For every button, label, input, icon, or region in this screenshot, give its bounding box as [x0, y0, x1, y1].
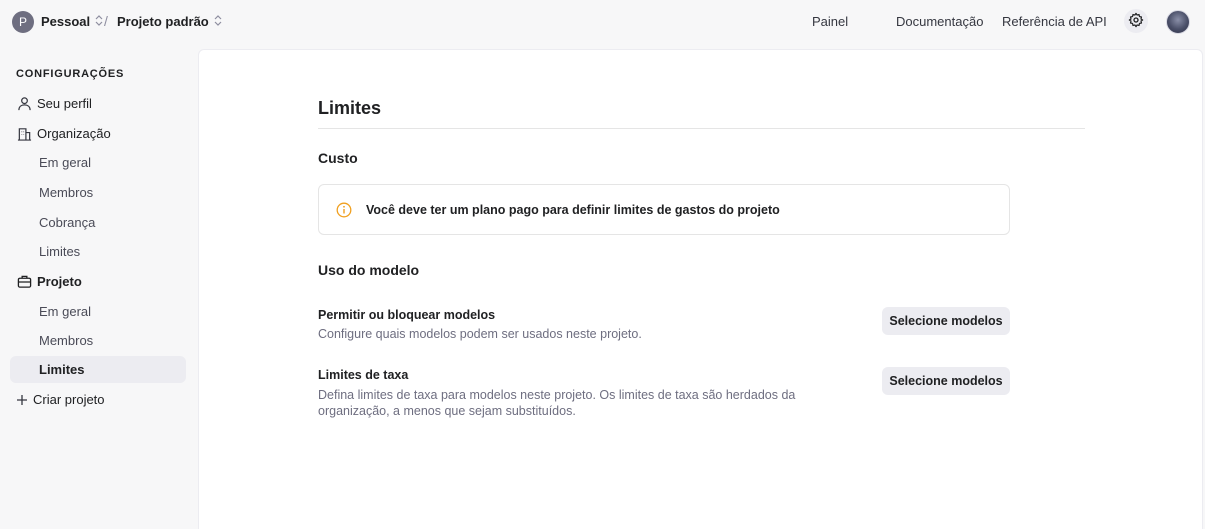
sidebar-heading: CONFIGURAÇÕES — [16, 68, 125, 80]
sidebar-item-project[interactable]: Projeto — [10, 268, 186, 295]
paid-plan-notice: Você deve ter um plano pago para definir… — [318, 184, 1010, 235]
notice-text: Você deve ter um plano pago para definir… — [366, 202, 780, 217]
page-title: Limites — [318, 98, 382, 118]
user-avatar[interactable] — [1166, 10, 1190, 34]
sidebar-item-org-members[interactable]: Membros — [10, 179, 186, 206]
select-models-button-allow-block[interactable]: Selecione modelos — [882, 307, 1010, 335]
sidebar-item-label: Projeto — [37, 274, 82, 289]
sidebar-item-label: Em geral — [39, 304, 92, 319]
top-bar: P Pessoal / Projeto padrão Painel Docume… — [0, 0, 1205, 44]
row-title-rate-limits: Limites de taxa — [318, 368, 409, 382]
building-icon — [16, 126, 32, 142]
nav-documentacao[interactable]: Documentação — [896, 14, 983, 29]
settings-button[interactable] — [1124, 9, 1148, 33]
create-project-button[interactable]: Criar projeto — [10, 386, 186, 413]
plus-icon — [14, 392, 30, 408]
org-name: Pessoal — [41, 14, 91, 29]
sidebar-item-label: Cobrança — [39, 215, 96, 230]
sidebar-item-project-limits[interactable]: Limites — [10, 356, 186, 383]
info-icon — [336, 202, 352, 218]
sidebar-item-project-general[interactable]: Em geral — [10, 298, 186, 325]
sidebar-item-label: Limites — [39, 362, 85, 377]
sidebar-item-label: Organização — [37, 126, 111, 141]
sidebar-item-label: Em geral — [39, 155, 92, 170]
project-switcher[interactable]: Projeto padrão — [117, 14, 222, 29]
sidebar-item-label: Criar projeto — [33, 392, 105, 407]
sidebar-item-organization[interactable]: Organização — [10, 120, 186, 147]
org-avatar[interactable]: P — [12, 11, 34, 33]
briefcase-icon — [16, 274, 32, 290]
gear-icon — [1128, 12, 1144, 31]
title-divider — [318, 128, 1085, 129]
main-panel: Limites Custo Você deve ter um plano pag… — [198, 49, 1203, 529]
org-switcher[interactable]: Pessoal — [41, 14, 103, 29]
section-title-model-usage: Uso do modelo — [318, 262, 420, 278]
sidebar-item-org-general[interactable]: Em geral — [10, 149, 186, 176]
section-title-cost: Custo — [318, 150, 358, 166]
sidebar-item-project-members[interactable]: Membros — [10, 327, 186, 354]
row-desc-allow-block: Configure quais modelos podem ser usados… — [318, 327, 642, 341]
breadcrumb-separator: / — [104, 13, 108, 29]
sidebar-item-org-billing[interactable]: Cobrança — [10, 209, 186, 236]
sidebar-item-label: Membros — [39, 333, 94, 348]
sidebar-item-label: Limites — [39, 244, 81, 259]
chevron-updown-icon — [95, 15, 103, 28]
chevron-updown-icon — [214, 15, 222, 28]
project-name: Projeto padrão — [117, 14, 209, 29]
nav-api-reference[interactable]: Referência de API — [1002, 14, 1107, 29]
sidebar-item-org-limits[interactable]: Limites — [10, 238, 186, 265]
sidebar-item-label: Membros — [39, 185, 94, 200]
user-icon — [16, 96, 32, 112]
sidebar: CONFIGURAÇÕES Seu perfil Organização Em … — [0, 49, 198, 529]
row-desc-rate-limits: Defina limites de taxa para modelos nest… — [318, 388, 796, 418]
nav-painel[interactable]: Painel — [812, 14, 848, 29]
sidebar-item-label: Seu perfil — [37, 96, 92, 111]
select-models-button-rate-limits[interactable]: Selecione modelos — [882, 367, 1010, 395]
sidebar-item-profile[interactable]: Seu perfil — [10, 90, 186, 117]
row-title-allow-block: Permitir ou bloquear modelos — [318, 308, 496, 322]
